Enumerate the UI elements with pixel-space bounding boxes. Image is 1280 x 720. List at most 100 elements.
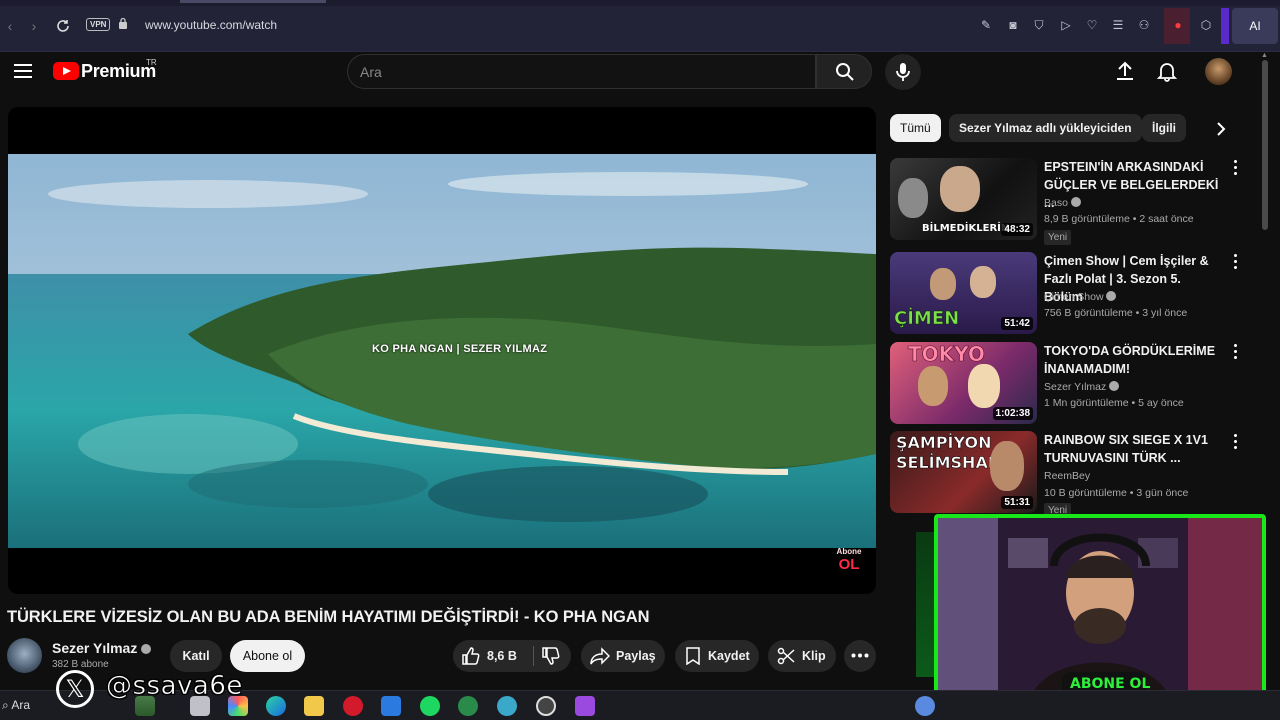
related-thumbnail-partial[interactable] [916, 532, 936, 677]
clip-button[interactable]: Klip [768, 640, 836, 672]
subscribe-watermark-logo[interactable]: Abone OL [835, 544, 863, 572]
video-title: TÜRKLERE VİZESİZ OLAN BU ADA BENİM HAYAT… [7, 608, 650, 626]
related-channel[interactable]: Çimen Show [1044, 290, 1117, 303]
more-vertical-icon[interactable] [1232, 344, 1238, 360]
taskbar-search[interactable]: ⌕ Ara [2, 698, 30, 713]
vpn-badge[interactable]: VPN [86, 18, 111, 31]
camera-icon[interactable]: ◙ [1004, 16, 1022, 34]
video-player[interactable]: KO PHA NGAN | SEZER YILMAZ [8, 107, 876, 594]
edit-icon[interactable]: ✎ [977, 16, 995, 34]
related-thumbnail[interactable]: TOKYO 1:02:38 [890, 342, 1037, 424]
chip-related[interactable]: İlgili [1142, 114, 1186, 142]
thumbnail-text: TOKYO [908, 342, 986, 366]
mail-icon[interactable] [381, 696, 401, 716]
thumbnail-face [898, 178, 928, 218]
ai-label: AI [1249, 19, 1261, 33]
voice-search-button[interactable] [885, 54, 921, 90]
video-duration: 1:02:38 [992, 407, 1033, 420]
taskbar-search-label[interactable]: Ara [11, 698, 30, 712]
menu-icon[interactable] [14, 64, 32, 78]
verified-icon [1070, 197, 1081, 207]
video-duration: 51:42 [1001, 317, 1033, 330]
forward-icon[interactable]: › [24, 16, 44, 36]
youtube-logo-icon[interactable] [53, 62, 79, 80]
chevron-right-icon[interactable] [1210, 118, 1232, 140]
related-thumbnail[interactable]: BİLMEDİKLERİN 48:32 [890, 158, 1037, 240]
record-icon[interactable]: ● [1169, 16, 1187, 34]
globe-icon[interactable] [497, 696, 517, 716]
shield-icon[interactable]: ⛉ [1030, 16, 1048, 34]
folder-icon[interactable] [304, 696, 324, 716]
x-logo-icon: 𝕏 [56, 670, 94, 708]
back-icon[interactable]: ‹ [0, 16, 20, 36]
related-channel[interactable]: Baso [1044, 196, 1081, 209]
app-icon[interactable] [458, 696, 478, 716]
region-code: TR [146, 58, 157, 67]
clip-label: Klip [802, 649, 826, 663]
weather-icon[interactable] [915, 696, 935, 716]
related-title[interactable]: RAINBOW SIX SIEGE X 1V1 TURNUVASINI TÜRK… [1044, 431, 1219, 467]
scroll-up-icon[interactable]: ▲ [1261, 52, 1269, 60]
more-actions-button[interactable] [844, 640, 876, 672]
edge-icon[interactable] [266, 696, 286, 716]
logo-text[interactable]: Premium [81, 61, 156, 82]
user-avatar[interactable] [1205, 58, 1232, 85]
channel-avatar[interactable] [7, 638, 42, 673]
video-duration: 51:31 [1001, 496, 1033, 509]
related-stats: 8,9 B görüntüleme • 2 saat önce [1044, 213, 1194, 225]
bookmark-icon [686, 647, 700, 665]
cube-icon[interactable]: ⬡ [1197, 16, 1215, 34]
search-button[interactable] [816, 54, 872, 89]
related-channel-name[interactable]: Sezer Yılmaz [1044, 381, 1106, 393]
thumbnail-face [970, 266, 996, 298]
stream-app-icon[interactable] [575, 696, 595, 716]
related-title[interactable]: TOKYO'DA GÖRDÜKLERİME İNANAMADIM! [1044, 342, 1219, 378]
lock-icon[interactable] [118, 17, 128, 29]
address-bar[interactable]: www.youtube.com/watch [145, 18, 277, 32]
chip-all[interactable]: Tümü [890, 114, 941, 142]
notifications-bell-icon[interactable] [1156, 60, 1178, 82]
play-icon[interactable]: ▷ [1057, 16, 1075, 34]
like-count[interactable]: 8,6 B [487, 640, 517, 672]
chip-from-uploader[interactable]: Sezer Yılmaz adlı yükleyiciden [949, 114, 1142, 142]
save-button[interactable]: Kaydet [675, 640, 759, 672]
related-channel-name[interactable]: Baso [1044, 197, 1068, 209]
reload-icon[interactable] [53, 16, 73, 36]
spotify-icon[interactable] [420, 696, 440, 716]
thumbnail-text: ÇİMEN [894, 308, 960, 330]
related-channel[interactable]: ReemBey [1044, 470, 1090, 482]
join-button[interactable]: Katıl [170, 640, 222, 672]
save-label: Kaydet [708, 649, 750, 663]
subscribe-button[interactable]: Abone ol [230, 640, 305, 672]
more-vertical-icon[interactable] [1232, 254, 1238, 270]
thumbs-up-icon[interactable] [461, 647, 481, 665]
related-channel-name[interactable]: Çimen Show [1044, 291, 1104, 303]
active-tab-indicator[interactable] [180, 0, 326, 3]
related-thumbnail[interactable]: ŞAMPİYON SELİMSHADY 51:31 [890, 431, 1037, 513]
share-icon [590, 647, 610, 665]
svg-text:OL: OL [839, 556, 860, 572]
channel-name-text[interactable]: Sezer Yılmaz [52, 640, 137, 656]
new-badge: Yeni [1044, 230, 1072, 245]
obs-icon[interactable] [536, 696, 556, 716]
menu-list-icon[interactable]: ☰ [1109, 16, 1127, 34]
related-thumbnail[interactable]: ÇİMEN 51:42 [890, 252, 1037, 334]
share-button[interactable]: Paylaş [581, 640, 665, 672]
thumbs-down-icon[interactable] [541, 647, 561, 665]
page-scrollbar[interactable] [1262, 60, 1268, 230]
related-stats: 10 B görüntüleme • 3 gün önce [1044, 487, 1189, 499]
opera-icon[interactable] [343, 696, 363, 716]
thumbnail-text: ŞAMPİYON SELİMSHADY [896, 433, 1012, 473]
more-vertical-icon[interactable] [1232, 434, 1238, 450]
search-input[interactable] [360, 61, 800, 83]
join-label: Katıl [182, 649, 210, 663]
channel-name[interactable]: Sezer Yılmaz [52, 640, 152, 656]
thumbnail-face [918, 366, 948, 406]
profile-icon[interactable]: ⚇ [1135, 16, 1153, 34]
more-vertical-icon[interactable] [1232, 160, 1238, 176]
related-channel[interactable]: Sezer Yılmaz [1044, 380, 1120, 393]
upload-icon[interactable] [1114, 60, 1136, 82]
browser-toolbar: ‹ › VPN www.youtube.com/watch ✎ ◙ ⛉ ▷ ♡ … [0, 0, 1280, 52]
heart-icon[interactable]: ♡ [1083, 16, 1101, 34]
ai-button[interactable]: AI [1232, 8, 1278, 44]
